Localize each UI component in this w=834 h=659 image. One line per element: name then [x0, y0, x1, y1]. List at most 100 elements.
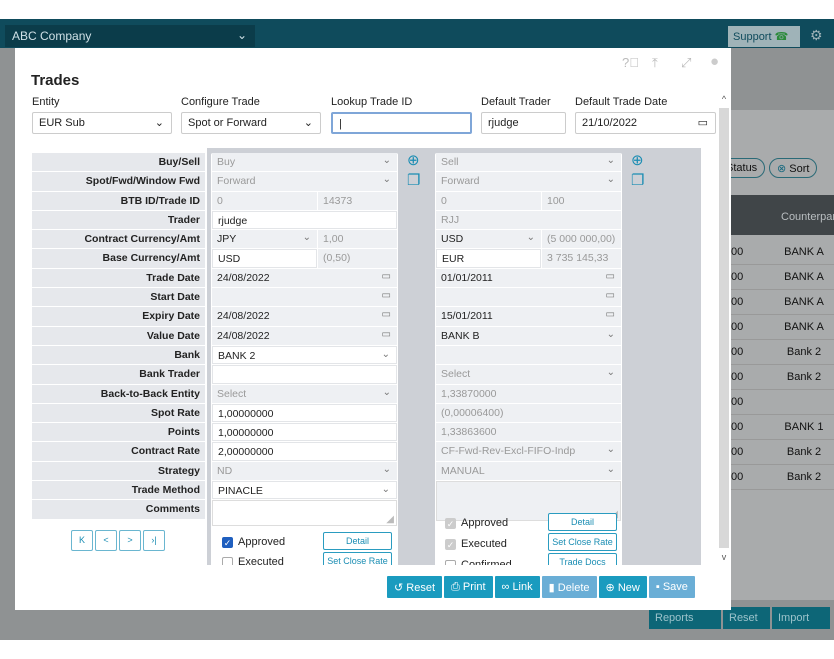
- resize-handle-icon[interactable]: ◢: [386, 514, 394, 525]
- text-field[interactable]: EUR: [436, 249, 541, 268]
- date-field[interactable]: ▭: [212, 288, 397, 307]
- table-row[interactable]: 00 Bank 2: [731, 365, 834, 390]
- calendar-icon[interactable]: ▭: [606, 290, 615, 301]
- chevron-down-icon[interactable]: ⌄: [383, 174, 391, 185]
- text-field[interactable]: (0,50): [318, 249, 397, 268]
- checkbox-box[interactable]: ✓: [222, 536, 233, 548]
- table-row[interactable]: 00 Bank 2: [731, 340, 834, 365]
- select-field[interactable]: Buy ⌄: [212, 153, 397, 172]
- calendar-icon[interactable]: ▭: [382, 290, 391, 301]
- table-row[interactable]: 00 BANK A: [731, 315, 834, 340]
- lookup-trade-id-input[interactable]: |: [331, 112, 472, 134]
- reset-button[interactable]: Reset: [723, 607, 770, 629]
- text-field[interactable]: 1,00: [318, 230, 397, 249]
- text-field[interactable]: 1,00000000: [212, 423, 397, 442]
- date-field[interactable]: 24/08/2022 ▭: [212, 326, 397, 345]
- calendar-icon[interactable]: ▭: [382, 309, 391, 320]
- text-field[interactable]: [436, 345, 621, 365]
- select-field[interactable]: Select ⌄: [212, 384, 397, 403]
- chevron-down-icon[interactable]: ⌄: [382, 484, 390, 495]
- text-field[interactable]: (0,00006400): [436, 403, 621, 423]
- support-button[interactable]: Support ☎: [728, 26, 800, 47]
- select-field[interactable]: PINACLE ⌄: [212, 481, 397, 500]
- checkbox-approved[interactable]: ✓ Approved: [445, 517, 508, 529]
- scrollbar-thumb[interactable]: [719, 108, 729, 548]
- select-field[interactable]: JPY ⌄: [212, 230, 317, 249]
- chevron-down-icon[interactable]: ⌄: [607, 464, 615, 475]
- text-field[interactable]: 14373: [318, 191, 397, 210]
- link-button[interactable]: ∞ Link: [494, 576, 540, 598]
- entity-select[interactable]: EUR Sub ⌄: [32, 112, 172, 134]
- text-field[interactable]: 2,00000000: [212, 442, 397, 461]
- text-field[interactable]: 3 735 145,33: [542, 249, 621, 268]
- add-leg-icon[interactable]: ⊕: [631, 151, 644, 169]
- text-field[interactable]: 0: [212, 191, 317, 210]
- calendar-icon[interactable]: ▭: [382, 329, 391, 340]
- chevron-down-icon[interactable]: ⌄: [303, 232, 311, 243]
- text-field[interactable]: 0: [436, 191, 541, 210]
- select-field[interactable]: USD ⌄: [436, 230, 541, 249]
- text-field[interactable]: 100: [542, 191, 621, 210]
- gear-icon[interactable]: ⚙: [810, 27, 823, 44]
- first-page-button[interactable]: K: [71, 530, 93, 551]
- delete-button[interactable]: ▮ Delete: [541, 576, 597, 598]
- chevron-down-icon[interactable]: ⌄: [607, 444, 615, 455]
- configure-trade-select[interactable]: Spot or Forward ⌄: [181, 112, 321, 134]
- text-field[interactable]: USD: [212, 249, 317, 268]
- chevron-down-icon[interactable]: ⌄: [383, 155, 391, 166]
- select-field[interactable]: CF-Fwd-Rev-Excl-FIFO-Indp ⌄: [436, 442, 621, 461]
- calendar-icon[interactable]: ▭: [606, 309, 615, 320]
- new-button[interactable]: ⊕ New: [598, 576, 647, 598]
- chevron-down-icon[interactable]: ⌄: [607, 367, 615, 378]
- prev-page-button[interactable]: <: [95, 530, 117, 551]
- select-field[interactable]: ND ⌄: [212, 461, 397, 481]
- checkbox-executed[interactable]: Executed: [222, 556, 284, 565]
- help-icon[interactable]: ?⃝: [622, 55, 639, 70]
- chevron-down-icon[interactable]: ⌄: [607, 329, 615, 340]
- text-field[interactable]: 1,00000000: [212, 403, 397, 423]
- add-leg-icon[interactable]: ⊕: [407, 151, 420, 169]
- text-field[interactable]: 1,33863600: [436, 423, 621, 442]
- set-close-rate-button[interactable]: Set Close Rate: [548, 533, 617, 551]
- checkbox-box[interactable]: [445, 559, 456, 565]
- minimize-icon[interactable]: ⤒: [652, 55, 658, 71]
- default-date-input[interactable]: 21/10/2022 ▭: [575, 112, 716, 134]
- date-field[interactable]: 24/08/2022 ▭: [212, 307, 397, 326]
- text-field[interactable]: rjudge: [212, 210, 397, 230]
- comments-textarea[interactable]: ◢: [212, 500, 397, 527]
- date-field[interactable]: 15/01/2011 ▭: [436, 307, 621, 326]
- date-field[interactable]: 24/08/2022 ▭: [212, 268, 397, 288]
- next-page-button[interactable]: >: [119, 530, 141, 551]
- counterparty-header[interactable]: Counterparty: [781, 211, 834, 223]
- text-field[interactable]: (5 000 000,00): [542, 230, 621, 249]
- table-row[interactable]: 00 Bank 2: [731, 465, 834, 490]
- table-row[interactable]: 00 Bank 2: [731, 440, 834, 465]
- checkbox-confirmed[interactable]: Confirmed: [445, 559, 512, 565]
- last-page-button[interactable]: ›|: [143, 530, 165, 551]
- set-close-rate-button[interactable]: Set Close Rate: [323, 552, 392, 565]
- select-field[interactable]: Forward ⌄: [436, 172, 621, 191]
- checkbox-executed[interactable]: ✓ Executed: [445, 538, 507, 550]
- text-field[interactable]: [212, 365, 397, 384]
- text-field[interactable]: 1,33870000: [436, 384, 621, 403]
- select-field[interactable]: BANK 2 ⌄: [212, 345, 397, 365]
- table-row[interactable]: 00 BANK A: [731, 290, 834, 315]
- import-button[interactable]: Import: [772, 607, 830, 629]
- checkbox-box[interactable]: [222, 556, 233, 565]
- trade-docs-button[interactable]: Trade Docs: [548, 553, 617, 565]
- expand-icon[interactable]: ⤢: [681, 55, 691, 71]
- select-field[interactable]: Select ⌄: [436, 365, 621, 384]
- date-field[interactable]: ▭: [436, 288, 621, 307]
- calendar-icon[interactable]: ▭: [606, 271, 615, 282]
- save-button[interactable]: ▪ Save: [648, 576, 695, 598]
- default-trader-input[interactable]: rjudge: [481, 112, 566, 134]
- select-field[interactable]: MANUAL ⌄: [436, 461, 621, 481]
- select-field[interactable]: Forward ⌄: [212, 172, 397, 191]
- text-field[interactable]: RJJ: [436, 210, 621, 230]
- calendar-icon[interactable]: ▭: [698, 116, 708, 129]
- table-row[interactable]: 00 BANK 1: [731, 415, 834, 440]
- detail-button[interactable]: Detail: [323, 532, 392, 550]
- chevron-down-icon[interactable]: ⌄: [382, 349, 390, 360]
- date-field[interactable]: 01/01/2011 ▭: [436, 268, 621, 288]
- select-field[interactable]: Sell ⌄: [436, 153, 621, 172]
